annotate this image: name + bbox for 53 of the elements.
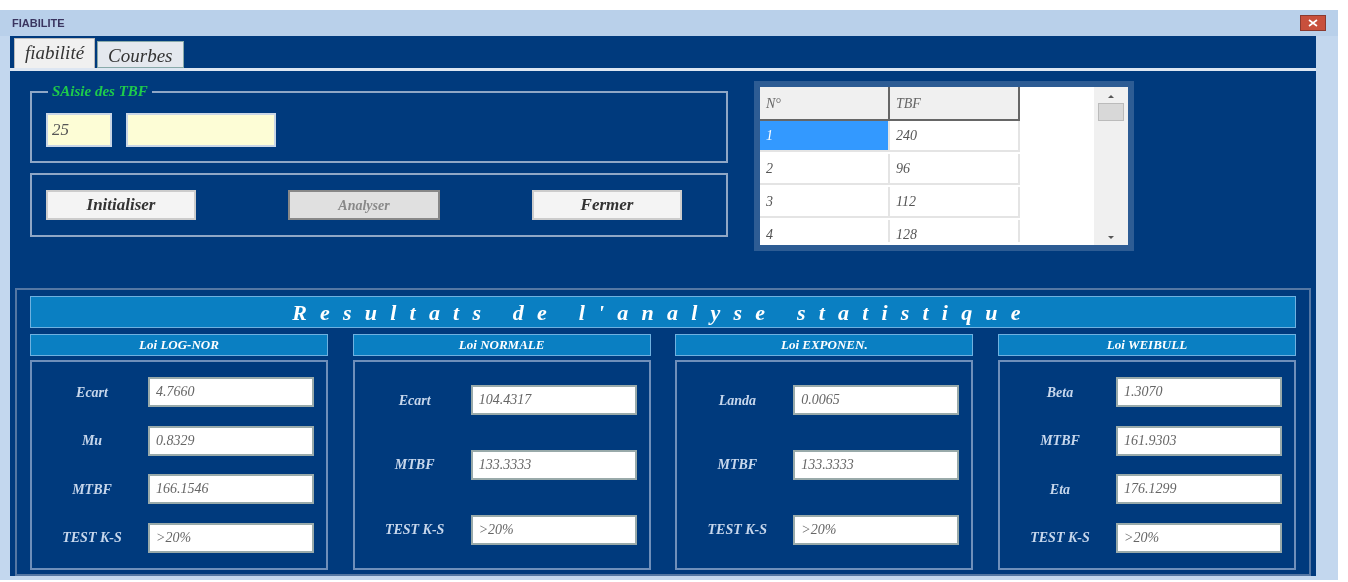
results-header: Resultats de l'analyse statistique — [30, 296, 1296, 328]
scrollbar[interactable] — [1094, 87, 1128, 245]
field-label: MTBF — [71, 480, 113, 499]
scroll-thumb[interactable] — [1098, 103, 1124, 121]
field-label: Ecart — [75, 383, 109, 402]
law-header: Loi WEIBULL — [997, 334, 1296, 356]
field-label: Beta — [1045, 383, 1075, 402]
output-field[interactable]: 1.3070 — [1115, 377, 1282, 408]
output-field[interactable]: >20% — [470, 514, 637, 545]
table-cell[interactable]: 112 — [890, 187, 1020, 218]
field-label: TEST K-S — [706, 521, 769, 540]
field-label: Mu — [80, 432, 104, 451]
output-field[interactable]: 133.3333 — [470, 450, 637, 480]
output-field[interactable]: 0.0065 — [793, 385, 960, 416]
table-cell[interactable]: 240 — [890, 121, 1020, 152]
close-button[interactable] — [1300, 15, 1326, 31]
output-field[interactable]: 166.1546 — [148, 474, 314, 505]
field-label: Landa — [717, 391, 757, 410]
law-header: Loi NORMALE — [352, 334, 651, 356]
field-label: MTBF — [716, 456, 759, 475]
column-header: TBF — [890, 87, 1020, 121]
tab[interactable]: fiabilité — [14, 38, 96, 68]
output-field[interactable]: >20% — [1115, 522, 1282, 553]
output-field[interactable]: 161.9303 — [1115, 425, 1282, 456]
input-field[interactable] — [126, 113, 276, 147]
column-header: N° — [760, 87, 890, 121]
button[interactable]: Fermer — [532, 190, 682, 220]
output-field[interactable]: 0.8329 — [148, 425, 314, 456]
output-field[interactable]: 176.1299 — [1115, 474, 1282, 505]
field-label: MTBF — [393, 456, 436, 475]
field-label: TEST K-S — [1029, 529, 1091, 548]
tab[interactable]: Courbes — [97, 41, 184, 68]
output-field[interactable]: >20% — [148, 522, 314, 553]
output-field[interactable]: >20% — [793, 514, 960, 545]
input-field[interactable]: 25 — [46, 113, 112, 147]
field-label: TEST K-S — [383, 521, 446, 540]
field-label: Eta — [1048, 480, 1072, 499]
scroll-up-icon[interactable] — [1106, 93, 1116, 99]
table-cell[interactable]: 96 — [890, 154, 1020, 185]
output-field[interactable]: 4.7660 — [148, 377, 314, 408]
table-cell[interactable]: 3 — [760, 187, 890, 218]
law-header: Loi LOG-NOR — [30, 334, 328, 356]
window-title: FIABILITE — [12, 15, 65, 31]
scroll-down-icon[interactable] — [1106, 235, 1116, 241]
output-field[interactable]: 104.4317 — [470, 385, 637, 416]
table-cell[interactable]: 2 — [760, 154, 890, 185]
close-icon — [1308, 19, 1318, 27]
button[interactable]: Initialiser — [46, 190, 196, 220]
law-header: Loi EXPONEN. — [675, 334, 974, 356]
field-label: Ecart — [397, 391, 432, 410]
field-label: MTBF — [1039, 432, 1081, 451]
output-field[interactable]: 133.3333 — [793, 450, 960, 480]
field-label: TEST K-S — [61, 529, 123, 548]
